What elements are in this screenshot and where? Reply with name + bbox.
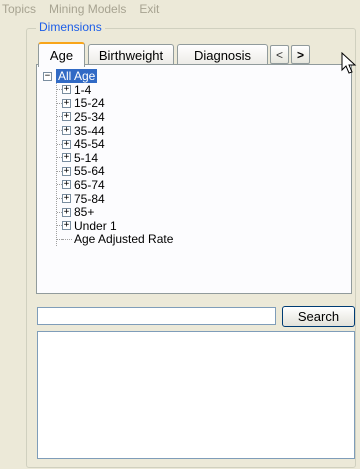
- menu-item-topics[interactable]: Topics: [2, 2, 36, 16]
- tree-root[interactable]: − All Age: [43, 69, 173, 83]
- tree-root-label[interactable]: All Age: [56, 69, 98, 83]
- search-results-list[interactable]: [37, 331, 355, 459]
- expand-icon[interactable]: +: [62, 98, 71, 108]
- expand-icon[interactable]: +: [62, 221, 71, 231]
- tree-node-label[interactable]: Under 1: [74, 219, 117, 233]
- expand-icon[interactable]: +: [62, 126, 71, 136]
- expand-icon[interactable]: +: [62, 85, 71, 95]
- menu-bar: Topics Mining Models Exit: [0, 0, 360, 18]
- tree-node[interactable]: +35-44: [57, 124, 173, 138]
- tree-node[interactable]: +75-84: [57, 192, 173, 206]
- tree-node[interactable]: +65-74: [57, 178, 173, 192]
- tree-node[interactable]: +5-14: [57, 151, 173, 165]
- menu-item-mining-models[interactable]: Mining Models: [49, 2, 126, 16]
- tab-scroll-left-button[interactable]: <: [270, 45, 289, 64]
- tab-age[interactable]: Age: [38, 42, 85, 67]
- tree-node-label[interactable]: 65-74: [74, 178, 105, 192]
- search-button[interactable]: Search: [282, 306, 355, 327]
- tree-node[interactable]: +45-54: [57, 137, 173, 151]
- expand-icon[interactable]: +: [62, 180, 71, 190]
- tree-node-label[interactable]: 55-64: [74, 164, 105, 178]
- expand-icon[interactable]: +: [62, 112, 71, 122]
- collapse-icon[interactable]: −: [43, 71, 52, 81]
- age-tree: − All Age +1-4 +15-24 +25-34 +35-44 +45-54 +5…: [43, 69, 173, 246]
- menu-item-exit[interactable]: Exit: [139, 2, 159, 16]
- tree-node[interactable]: +55-64: [57, 164, 173, 178]
- expand-icon[interactable]: +: [62, 153, 71, 163]
- tab-diagnosis[interactable]: Diagnosis: [177, 44, 268, 65]
- tree-children: +1-4 +15-24 +25-34 +35-44 +45-54 +5-14 +55-64 +…: [56, 83, 173, 246]
- tree-node[interactable]: +1-4: [57, 83, 173, 97]
- expand-icon[interactable]: +: [62, 166, 71, 176]
- tree-node-label[interactable]: 15-24: [74, 96, 105, 110]
- expand-icon[interactable]: +: [62, 139, 71, 149]
- mouse-cursor-icon: [341, 52, 357, 74]
- tree-node-label[interactable]: 1-4: [74, 83, 91, 97]
- chevron-right-icon: >: [296, 47, 304, 62]
- tree-node[interactable]: + Under 1: [57, 219, 173, 233]
- tree-node[interactable]: Age Adjusted Rate: [57, 232, 173, 246]
- tree-node-label[interactable]: 85+: [74, 205, 94, 219]
- tree-node-label[interactable]: 75-84: [74, 192, 105, 206]
- tree-node-label[interactable]: 45-54: [74, 137, 105, 151]
- tree-node-label[interactable]: 5-14: [74, 151, 98, 165]
- tree-node[interactable]: +15-24: [57, 96, 173, 110]
- tree-node-label[interactable]: 25-34: [74, 110, 105, 124]
- expand-icon[interactable]: +: [62, 207, 71, 217]
- age-tree-panel: − All Age +1-4 +15-24 +25-34 +35-44 +45-54 +5…: [36, 64, 352, 294]
- tree-connector: [62, 238, 72, 240]
- tree-node[interactable]: +85+: [57, 205, 173, 219]
- tab-birthweight[interactable]: Birthweight: [88, 44, 174, 65]
- tree-node[interactable]: +25-34: [57, 110, 173, 124]
- dimensions-group-title: Dimensions: [36, 20, 105, 34]
- tree-node-label[interactable]: Age Adjusted Rate: [74, 232, 173, 246]
- tree-node-label[interactable]: 35-44: [74, 124, 105, 138]
- expand-icon[interactable]: +: [62, 194, 71, 204]
- search-input[interactable]: [37, 307, 276, 325]
- tab-scroll-right-button[interactable]: >: [291, 45, 310, 64]
- chevron-left-icon: <: [275, 47, 283, 62]
